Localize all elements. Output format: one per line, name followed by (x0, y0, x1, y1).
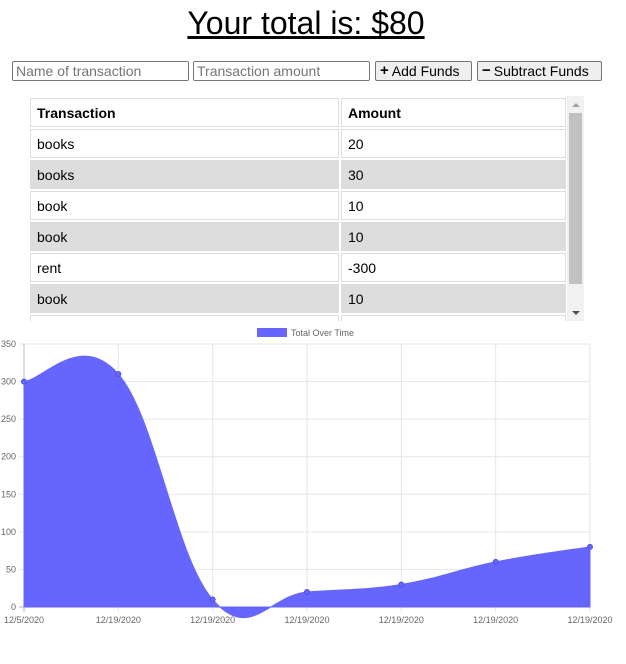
x-tick-label: 12/19/2020 (567, 615, 612, 625)
total-heading: Your total is: $80 (187, 5, 425, 41)
scroll-up-arrow-icon[interactable] (567, 96, 584, 113)
table-row: book 10 (30, 222, 566, 251)
y-tick-label: 200 (1, 452, 16, 462)
y-tick-label: 350 (1, 339, 16, 349)
x-tick-label: 12/19/2020 (284, 615, 329, 625)
transaction-name-cell: rent (30, 253, 339, 282)
y-tick-label: 250 (1, 414, 16, 424)
legend-swatch (257, 328, 287, 337)
transaction-name-cell: book (30, 284, 339, 313)
table-row: book 10 (30, 284, 566, 313)
budget-app: Your total is: $80 + Add Funds − Subtrac… (0, 0, 626, 664)
add-funds-button[interactable]: + Add Funds (375, 61, 472, 81)
add-funds-label: Add Funds (391, 63, 460, 79)
minus-icon: − (482, 62, 491, 79)
subtract-funds-label: Subtract Funds (493, 63, 589, 79)
table-row (30, 315, 566, 321)
plus-icon: + (380, 62, 389, 79)
transaction-amount-cell: 20 (341, 129, 566, 158)
transaction-name-cell (30, 315, 339, 321)
column-header-amount: Amount (341, 98, 566, 127)
legend-label: Total Over Time (291, 328, 354, 338)
transaction-amount-cell: -300 (341, 253, 566, 282)
x-tick-label: 12/19/2020 (473, 615, 518, 625)
data-point (209, 596, 216, 603)
data-point (304, 588, 310, 595)
transaction-name-cell: book (30, 222, 339, 251)
transaction-amount-cell (341, 315, 566, 321)
chart-canvas: 0 50 100 150 200 250 300 350 12/5/2020 12/19/2020… (1, 328, 613, 625)
scroll-down-arrow-icon[interactable] (567, 304, 584, 321)
transaction-name-cell: book (30, 191, 339, 220)
x-tick-label: 12/19/2020 (190, 615, 235, 625)
table-row: books 20 (30, 129, 566, 158)
table-scrollbar[interactable] (567, 96, 584, 321)
transaction-amount-input[interactable] (193, 61, 370, 81)
y-tick-label: 0 (11, 602, 16, 612)
data-point (21, 378, 27, 385)
y-tick-label: 100 (1, 527, 16, 537)
transactions-table-container[interactable]: Transaction Amount books 20 books 30 boo… (28, 96, 584, 321)
total-over-time-chart: 0 50 100 150 200 250 300 350 12/5/2020 12/19/2020… (0, 322, 626, 664)
transaction-amount-cell: 30 (341, 160, 566, 189)
table-header-row: Transaction Amount (30, 98, 566, 127)
y-tick-label: 50 (6, 564, 16, 574)
transaction-form: + Add Funds − Subtract Funds (12, 61, 606, 81)
transactions-table: Transaction Amount books 20 books 30 boo… (28, 96, 568, 321)
x-tick-label: 12/19/2020 (379, 615, 424, 625)
table-row: books 30 (30, 160, 566, 189)
transaction-amount-cell: 10 (341, 222, 566, 251)
column-header-transaction: Transaction (30, 98, 339, 127)
data-point (115, 371, 122, 378)
x-tick-label: 12/5/2020 (4, 615, 44, 625)
transaction-amount-cell: 10 (341, 191, 566, 220)
data-point (398, 581, 405, 588)
table-row: book 10 (30, 191, 566, 220)
table-row: rent -300 (30, 253, 566, 282)
y-tick-label: 150 (1, 489, 16, 499)
scrollbar-thumb[interactable] (569, 113, 582, 284)
transaction-amount-cell: 10 (341, 284, 566, 313)
data-point (587, 543, 593, 550)
transaction-name-input[interactable] (12, 61, 189, 81)
y-tick-label: 300 (1, 377, 16, 387)
transaction-name-cell: books (30, 160, 339, 189)
data-point (492, 558, 499, 565)
transaction-name-cell: books (30, 129, 339, 158)
subtract-funds-button[interactable]: − Subtract Funds (477, 61, 602, 81)
x-tick-label: 12/19/2020 (96, 615, 141, 625)
